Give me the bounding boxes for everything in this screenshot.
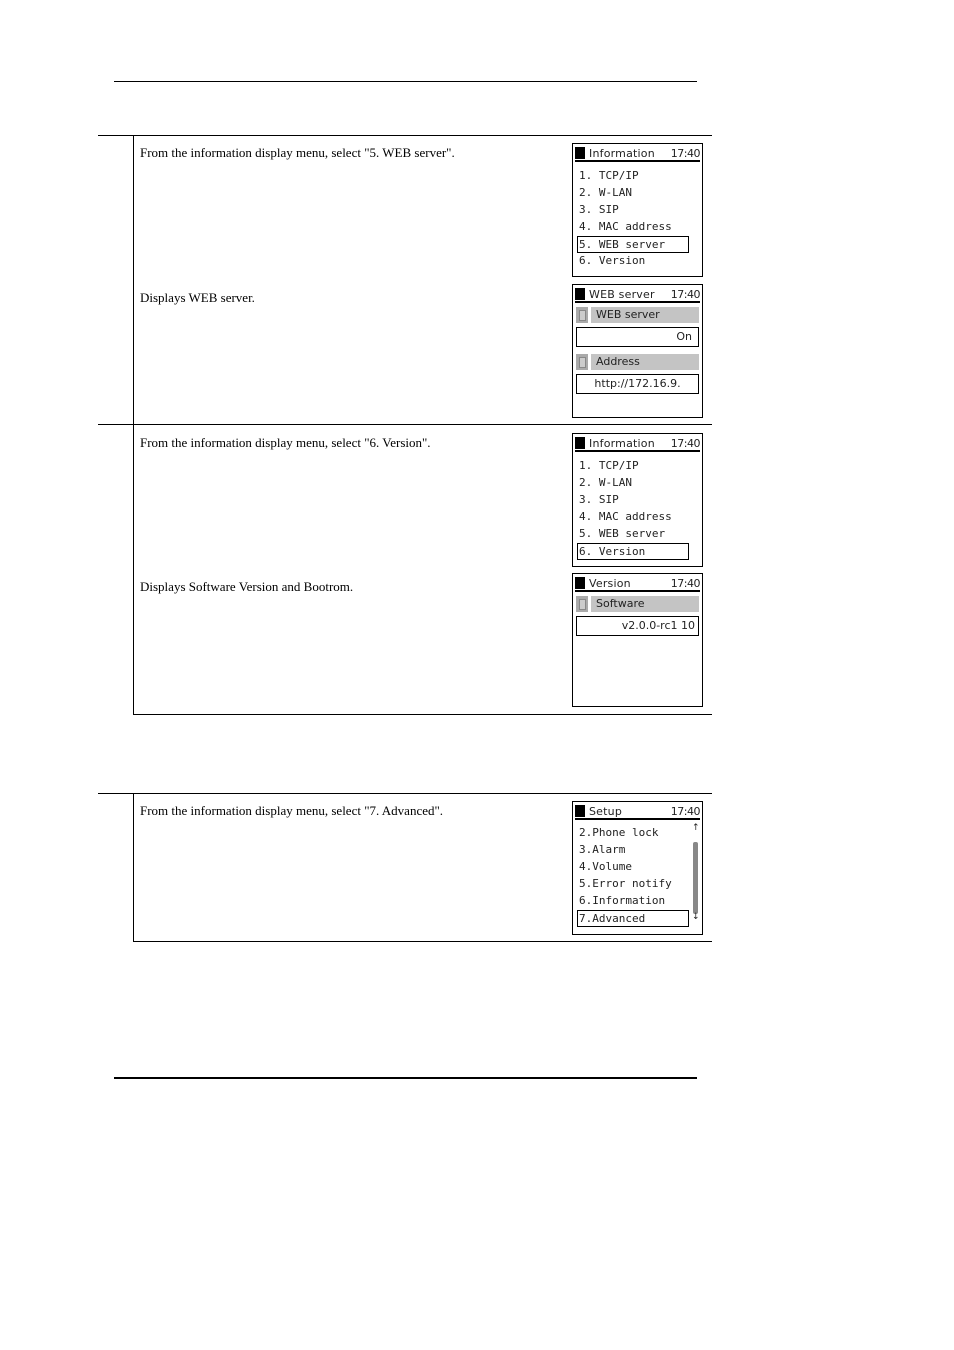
field-value-web-server: On (576, 327, 699, 347)
title-block-icon (575, 147, 585, 159)
table2-column-divider (133, 793, 134, 942)
screen-title-bar: Setup 17:40 (575, 804, 701, 820)
screen-title: Information (589, 146, 655, 160)
menu-list: 1. TCP/IP 2. W-LAN 3. SIP 4. MAC address… (577, 458, 698, 560)
table1-bottom-border (133, 714, 712, 715)
menu-item-tcpip[interactable]: 1. TCP/IP (577, 458, 698, 475)
menu-item-web-server[interactable]: 5. WEB server (577, 236, 689, 253)
table1-column-divider (133, 135, 134, 715)
menu-item-information[interactable]: 6.Information (577, 893, 698, 910)
menu-item-phone-lock[interactable]: 2.Phone lock (577, 825, 698, 842)
screen-title-bar: Information 17:40 (575, 436, 701, 452)
field-label: Address (591, 354, 699, 370)
title-block-icon (575, 288, 585, 300)
field-label: WEB server (591, 307, 699, 323)
menu-item-wlan[interactable]: 2. W-LAN (577, 475, 698, 492)
menu-item-advanced[interactable]: 7.Advanced (577, 910, 689, 927)
phone-screen-version: Version 17:40 Software v2.0.0-rc1 10 (572, 573, 703, 707)
step-instruction: Displays WEB server. (140, 290, 255, 305)
field-value-address: http://172.16.9. (576, 374, 699, 394)
field-value-software: v2.0.0-rc1 10 (576, 616, 699, 636)
screen-title-bar: Information 17:40 (575, 146, 701, 162)
scroll-up-arrow-icon: ↑ (692, 823, 700, 833)
menu-item-volume[interactable]: 4.Volume (577, 859, 698, 876)
menu-item-mac-address[interactable]: 4. MAC address (577, 219, 698, 236)
menu-item-version[interactable]: 6. Version (577, 543, 689, 560)
screen-title-bar: WEB server 17:40 (575, 287, 701, 303)
field-header-address: Address (576, 354, 699, 370)
footer-rule (114, 1077, 697, 1079)
menu-item-sip[interactable]: 3. SIP (577, 492, 698, 509)
phone-screen-information: Information 17:40 1. TCP/IP 2. W-LAN 3. … (572, 433, 703, 567)
menu-item-tcpip[interactable]: 1. TCP/IP (577, 168, 698, 185)
table1-row-divider (98, 424, 712, 425)
screen-title: Information (589, 436, 655, 450)
field-header-software: Software (576, 596, 699, 612)
step-instruction: From the information display menu, selec… (140, 145, 455, 160)
field-label: Software (591, 596, 699, 612)
step-instruction: Displays Software Version and Bootrom. (140, 579, 354, 594)
field-header-web-server: WEB server (576, 307, 699, 323)
menu-item-web-server[interactable]: 5. WEB server (577, 526, 698, 543)
menu-item-wlan[interactable]: 2. W-LAN (577, 185, 698, 202)
menu-item-error-notify[interactable]: 5.Error notify (577, 876, 698, 893)
phone-screen-information: Information 17:40 1. TCP/IP 2. W-LAN 3. … (572, 143, 703, 277)
screen-title: Version (589, 576, 631, 590)
menu-item-alarm[interactable]: 3.Alarm (577, 842, 698, 859)
clock: 17:40 (670, 436, 701, 450)
screen-title: Setup (589, 804, 623, 818)
scroll-down-arrow-icon: ↓ (692, 912, 700, 922)
menu-list: 2.Phone lock 3.Alarm 4.Volume 5.Error no… (577, 825, 698, 927)
header-rule (114, 81, 697, 82)
title-block-icon (575, 805, 585, 817)
scrollbar-thumb[interactable] (693, 842, 698, 914)
screen-title-bar: Version 17:40 (575, 576, 701, 592)
field-marker-icon (576, 307, 588, 323)
table2-top-border (98, 793, 712, 794)
title-block-icon (575, 437, 585, 449)
step-instruction: From the information display menu, selec… (140, 435, 431, 450)
clock: 17:40 (670, 287, 701, 301)
phone-screen-web-server: WEB server 17:40 WEB server On Address h… (572, 284, 703, 418)
menu-list: 1. TCP/IP 2. W-LAN 3. SIP 4. MAC address… (577, 168, 698, 270)
field-marker-icon (576, 596, 588, 612)
field-marker-icon (576, 354, 588, 370)
clock: 17:40 (670, 576, 701, 590)
menu-item-mac-address[interactable]: 4. MAC address (577, 509, 698, 526)
scrollbar[interactable]: ↑ ↓ (692, 823, 700, 922)
title-block-icon (575, 577, 585, 589)
clock: 17:40 (670, 146, 701, 160)
phone-screen-setup: Setup 17:40 2.Phone lock 3.Alarm 4.Volum… (572, 801, 703, 935)
menu-item-version[interactable]: 6. Version (577, 253, 698, 270)
screen-title: WEB server (589, 287, 655, 301)
step-instruction: From the information display menu, selec… (140, 803, 444, 818)
clock: 17:40 (670, 804, 701, 818)
menu-item-sip[interactable]: 3. SIP (577, 202, 698, 219)
table1-top-border (98, 135, 712, 136)
table2-bottom-border (133, 941, 712, 942)
